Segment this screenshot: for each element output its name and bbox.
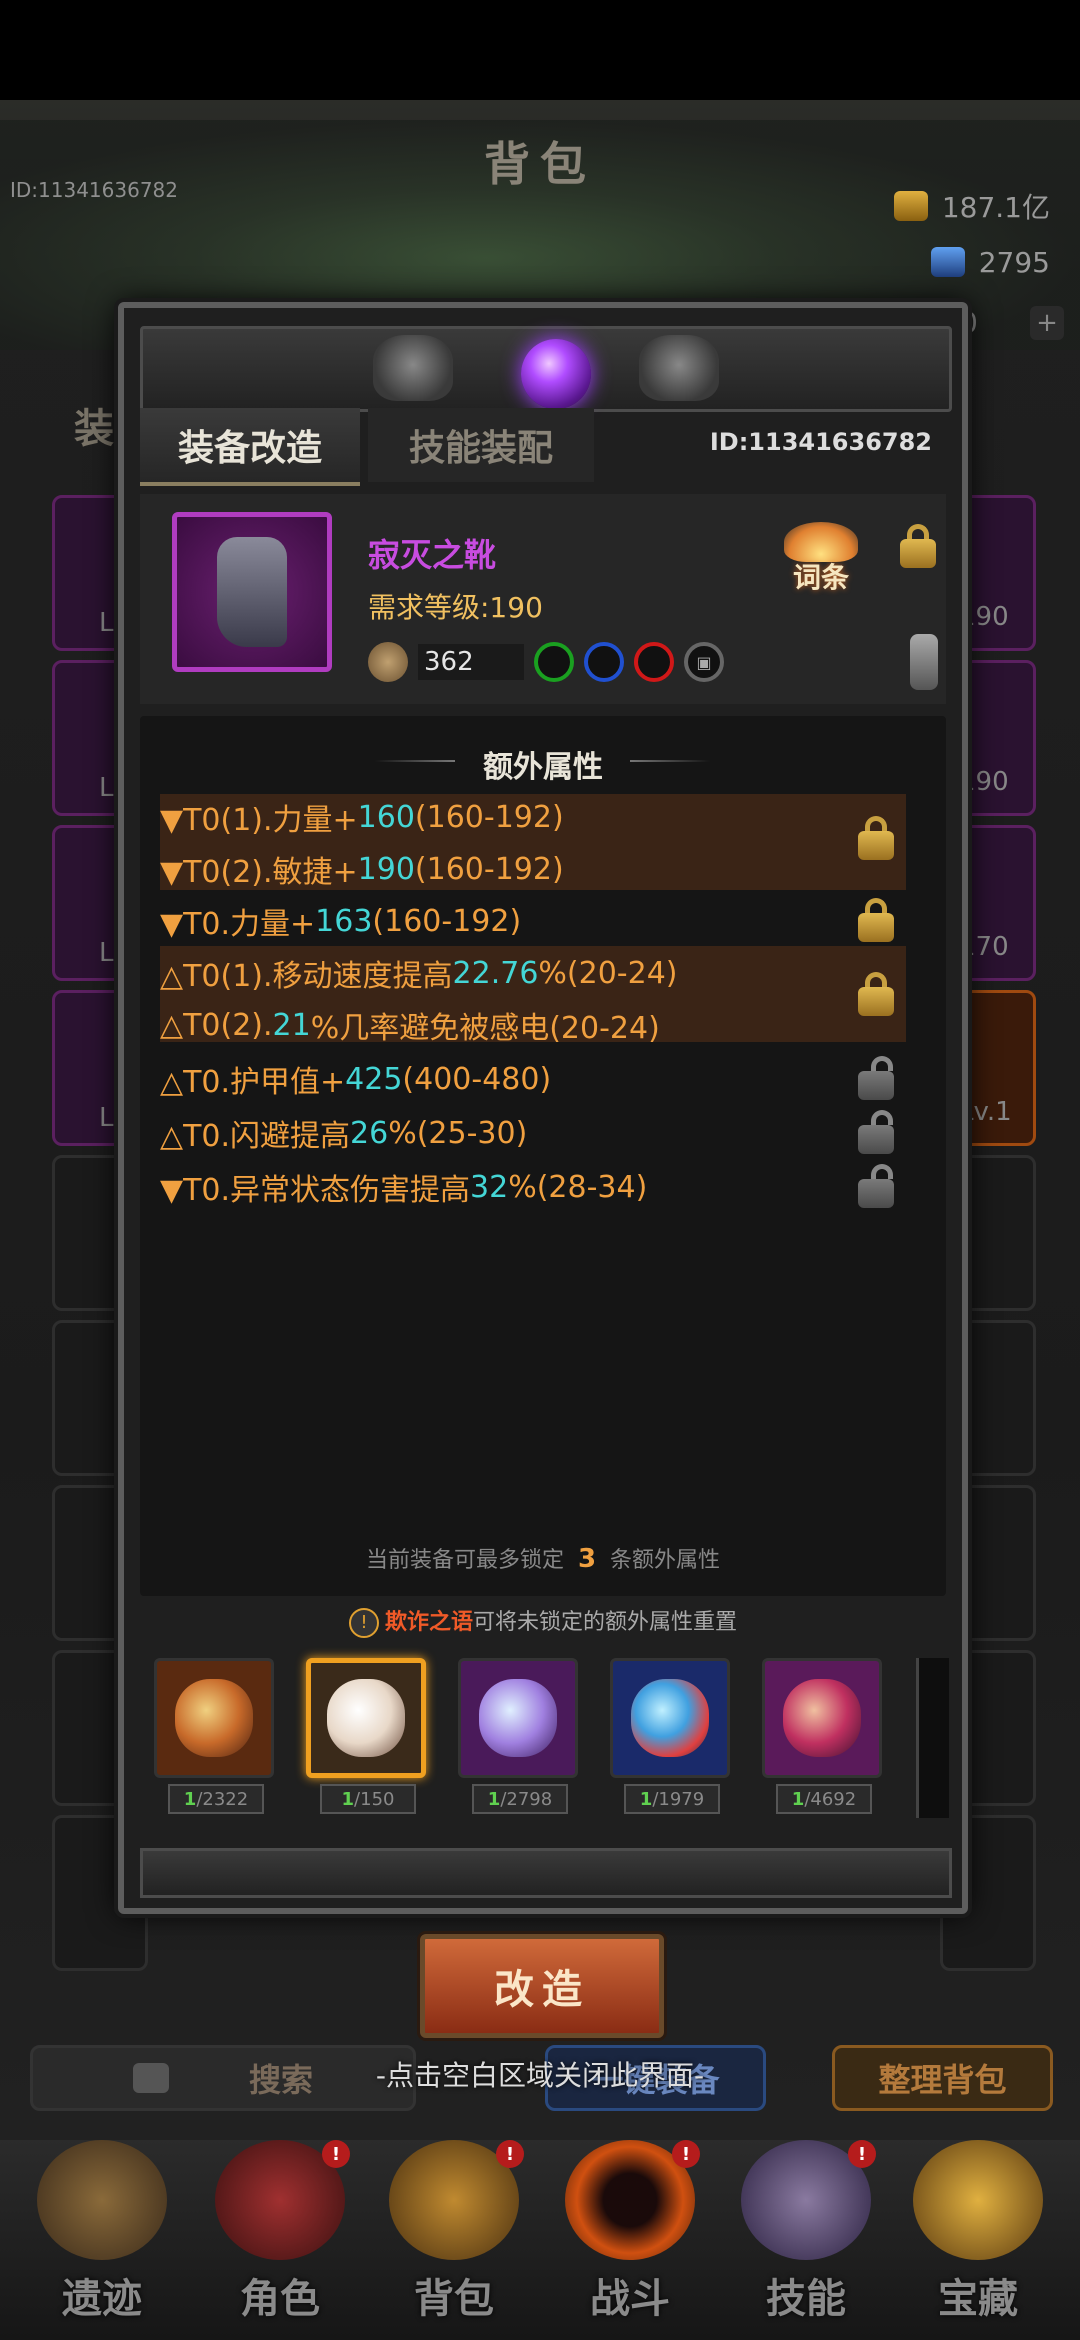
attribute-row: ▼T0(2).敏捷+ 190 (160-192) <box>160 851 564 891</box>
treasure-icon <box>913 2140 1043 2260</box>
boots-icon <box>217 537 287 647</box>
item-power-value: 362 <box>418 644 524 680</box>
material-slot-selected[interactable]: 1/150 <box>306 1658 426 1818</box>
notification-badge: ! <box>496 2140 524 2168</box>
purple-orb-icon <box>521 339 591 409</box>
extra-attributes-panel: 额外属性 ▼T0(1).力量+ 160 (160-192) ▼T0(2).敏捷+ 19… <box>140 716 946 1596</box>
modal-footer-frame <box>140 1848 952 1898</box>
modal-tabs: 装备改造 技能装配 ID:11341636782 <box>140 408 946 488</box>
nav-treasure[interactable]: 宝藏 <box>888 2140 1068 2340</box>
item-power-row: 362 ▣ <box>368 642 724 682</box>
attributes-title: 额外属性 <box>483 750 603 785</box>
reforge-button[interactable]: 改造 <box>420 1934 664 2038</box>
nav-skills[interactable]: 技能 <box>716 2140 896 2340</box>
bag-tab-partial[interactable]: 装 <box>74 396 114 454</box>
socket-red[interactable] <box>634 642 674 682</box>
nav-relics[interactable]: 遗迹 <box>12 2140 192 2340</box>
golden-relic-icon <box>175 1679 253 1757</box>
attribute-row: △T0.护甲值+ 425 (400-480) <box>160 1061 552 1101</box>
item-lock-icon[interactable] <box>900 524 936 568</box>
nav-character[interactable]: 角色 <box>190 2140 370 2340</box>
material-slot[interactable]: 1/2322 <box>154 1658 274 1818</box>
material-count: 1/2322 <box>168 1784 264 1814</box>
masks-icon <box>327 1679 405 1757</box>
notification-badge: ! <box>322 2140 350 2168</box>
power-icon <box>368 642 408 682</box>
tab-equipment-reforge[interactable]: 装备改造 <box>140 408 360 486</box>
skull-ornament-icon <box>373 335 453 401</box>
attribute-unlock-icon[interactable] <box>858 1056 894 1100</box>
modal-header-frame <box>140 326 952 412</box>
attribute-row: ▼T0.异常状态伤害提高 32 %(28-34) <box>160 1169 648 1209</box>
lock-limit-note: 当前装备可最多锁定 3 条额外属性 <box>365 1544 721 1574</box>
attribute-row: ▼T0(1).力量+ 160 (160-192) <box>160 799 564 839</box>
player-id: ID:11341636782 <box>10 178 179 202</box>
item-name: 寂灭之靴 <box>368 536 497 574</box>
reforge-modal: 装备改造 技能装配 ID:11341636782 寂灭之靴 需求等级:190 3… <box>118 302 968 1914</box>
material-count: 1/2798 <box>472 1784 568 1814</box>
notification-badge: ! <box>672 2140 700 2168</box>
attribute-lock-icon[interactable] <box>858 972 894 1016</box>
gold-counter: 187.1亿 <box>893 184 1050 228</box>
title-ornament <box>630 760 710 762</box>
notification-badge: ! <box>848 2140 876 2168</box>
modal-player-id: ID:11341636782 <box>709 428 932 456</box>
attribute-unlock-icon[interactable] <box>858 1164 894 1208</box>
material-slot-partial[interactable] <box>916 1658 949 1818</box>
attribute-row: ▼T0.力量+ 163 (160-192) <box>160 903 522 943</box>
material-slot[interactable]: 1/4692 <box>762 1658 882 1818</box>
socket-locked-icon[interactable]: ▣ <box>684 642 724 682</box>
nav-bag[interactable]: 背包 <box>364 2140 544 2340</box>
material-count: 1/150 <box>320 1784 416 1814</box>
skull-ornament-icon <box>639 335 719 401</box>
relic-icon <box>37 2140 167 2260</box>
gold-icon <box>893 191 928 221</box>
tab-skill-equip[interactable]: 技能装配 <box>368 408 594 482</box>
red-ore-icon <box>783 1679 861 1757</box>
gem-cluster-icon <box>631 1679 709 1757</box>
material-count: 1/4692 <box>776 1784 872 1814</box>
item-panel: 寂灭之靴 需求等级:190 362 ▣ 词条 <box>140 494 946 704</box>
item-icon[interactable] <box>172 512 332 672</box>
material-slot[interactable]: 1/1979 <box>610 1658 730 1818</box>
material-hint: ! 欺诈之语可将未锁定的额外属性重置 <box>140 1604 946 1644</box>
attribute-row: △T0.闪避提高 26 %(25-30) <box>160 1115 528 1155</box>
attribute-unlock-icon[interactable] <box>858 1110 894 1154</box>
crystal-icon <box>479 1679 557 1757</box>
warning-icon: ! <box>348 1608 379 1638</box>
affix-button[interactable]: 词条 <box>776 522 866 594</box>
attribute-row: △T0(2). 21 %几率避免被感电(20-24) <box>160 1007 660 1047</box>
attribute-lock-icon[interactable] <box>858 898 894 942</box>
add-button[interactable]: + <box>1030 306 1064 340</box>
gem-icon <box>930 247 965 277</box>
socket-green[interactable] <box>534 642 574 682</box>
attribute-row: △T0(1).移动速度提高 22.76 %(20-24) <box>160 955 678 995</box>
material-slot[interactable]: 1/2798 <box>458 1658 578 1818</box>
socket-blue[interactable] <box>584 642 624 682</box>
attribute-lock-icon[interactable] <box>858 816 894 860</box>
close-hint[interactable]: -点击空白区域关闭此界面- <box>0 2054 1080 2094</box>
gem-counter: 2795 <box>930 240 1050 284</box>
material-count: 1/1979 <box>624 1784 720 1814</box>
equipment-type-boots-icon <box>910 634 938 690</box>
item-requirement: 需求等级:190 <box>368 591 543 624</box>
nav-battle[interactable]: 战斗 <box>540 2140 720 2340</box>
